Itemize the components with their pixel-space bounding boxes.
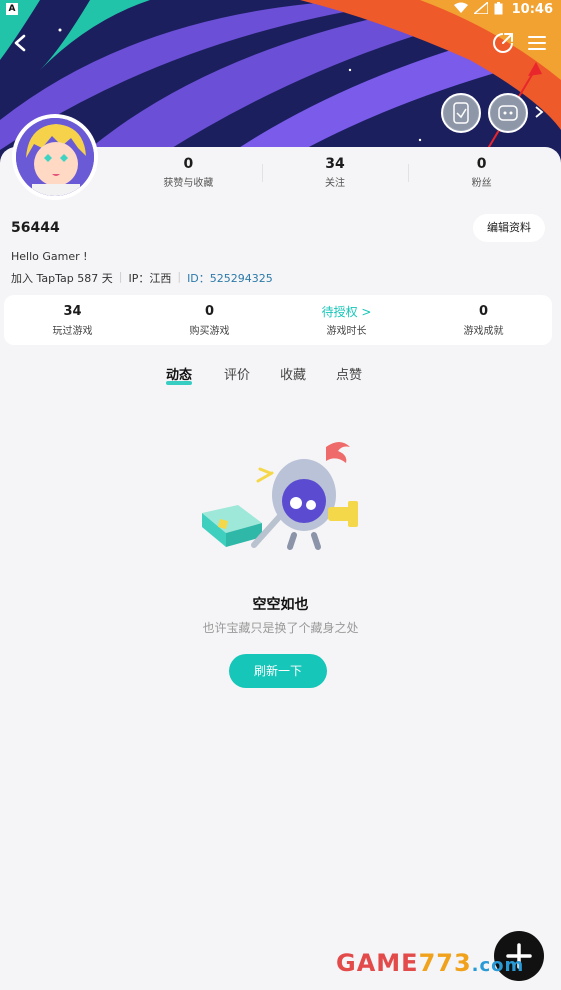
back-button[interactable] [8, 30, 34, 56]
menu-button[interactable] [527, 33, 547, 53]
tab-likes[interactable]: 点赞 [336, 364, 362, 383]
stat-label: 粉丝 [471, 178, 492, 189]
share-button[interactable] [492, 32, 514, 54]
join-days: 加入 TapTap 587 天 [11, 272, 113, 285]
stat-followers[interactable]: 0 粉丝 [408, 156, 555, 190]
stat-label: 关注 [325, 178, 345, 189]
tab-favorites[interactable]: 收藏 [280, 364, 306, 383]
stat-value: 34 [63, 304, 82, 319]
meta-divider: | [118, 270, 123, 283]
stat-games-bought[interactable]: 0 购买游戏 [141, 295, 278, 345]
stat-label: 购买游戏 [189, 326, 230, 337]
stat-play-time[interactable]: 待授权 > 游戏时长 [278, 295, 415, 345]
bio-text: Hello Gamer ! [11, 250, 88, 263]
stat-value: 0 [476, 156, 487, 172]
content-tabs: 动态 评价 收藏 点赞 [0, 364, 561, 390]
status-bar: A 10:46 [0, 0, 561, 20]
user-id[interactable]: ID：525294325 [187, 270, 273, 286]
game-stats-card: 34 玩过游戏 0 购买游戏 待授权 > 游戏时长 0 游戏成就 [4, 295, 552, 345]
achievement-badge[interactable] [488, 93, 528, 133]
stat-value: 0 [183, 156, 194, 172]
stat-label: 游戏时长 [326, 326, 367, 337]
stat-label: 获赞与收藏 [163, 178, 214, 189]
badge-icon [498, 105, 518, 121]
watermark-part: .com [471, 955, 525, 976]
stat-likes[interactable]: 0 获赞与收藏 [115, 156, 262, 190]
ip-location: IP：江西 [128, 272, 172, 285]
menu-icon [528, 36, 546, 50]
stat-label: 游戏成就 [463, 326, 504, 337]
status-icons [454, 0, 503, 19]
edit-profile-button[interactable]: 编辑资料 [473, 214, 545, 242]
back-icon [14, 34, 26, 52]
stat-games-played[interactable]: 34 玩过游戏 [4, 295, 141, 345]
profile-stats: 0 获赞与收藏 34 关注 0 粉丝 [115, 156, 555, 190]
achievement-badge[interactable] [441, 93, 481, 133]
empty-state-title: 空空如也 [252, 597, 309, 613]
profile-meta: 加入 TapTap 587 天 | IP：江西 | ID：525294325 [11, 270, 273, 286]
tab-reviews[interactable]: 评价 [224, 364, 250, 383]
stat-achievements[interactable]: 0 游戏成就 [415, 295, 552, 345]
stat-value: 0 [478, 304, 489, 319]
tab-activity[interactable]: 动态 [166, 364, 192, 383]
share-icon [493, 33, 513, 53]
watermark-part: 773 [418, 949, 472, 977]
avatar-image [16, 118, 94, 196]
refresh-button[interactable]: 刷新一下 [229, 654, 327, 688]
username: 56444 [11, 220, 60, 236]
badges-more-button[interactable] [532, 104, 546, 120]
stat-following[interactable]: 34 关注 [261, 156, 409, 190]
chevron-right-icon [535, 106, 544, 118]
avatar[interactable] [12, 114, 98, 200]
meta-divider: | [177, 270, 182, 283]
badge-icon [453, 102, 469, 124]
empty-state-illustration [198, 435, 368, 555]
signal-icon [471, 0, 489, 19]
watermark: GAME773.com [336, 949, 524, 977]
stat-value: 34 [325, 156, 345, 172]
wifi-icon [454, 2, 468, 19]
watermark-part: GAME [336, 949, 419, 977]
authorize-link[interactable]: 待授权 > [278, 304, 415, 320]
battery-icon [494, 2, 503, 19]
empty-state-subtitle: 也许宝藏只是换了个藏身之处 [202, 621, 359, 635]
stat-value: 0 [204, 304, 215, 319]
stat-label: 玩过游戏 [52, 326, 93, 337]
app-badge: A [6, 3, 18, 15]
clock: 10:46 [511, 2, 553, 17]
